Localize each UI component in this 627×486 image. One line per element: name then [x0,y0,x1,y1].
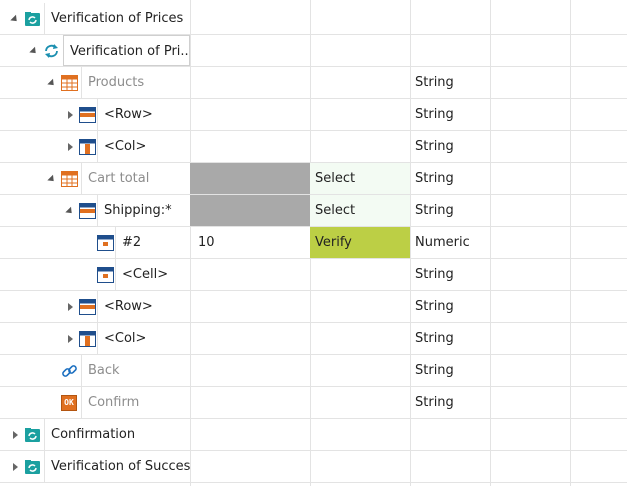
folder-refresh-icon [25,12,40,26]
collapse-arrow-icon[interactable] [47,175,58,186]
tree-row[interactable]: Cart total Select String [0,163,627,195]
table-column-icon [79,139,96,155]
type-cell: String [415,203,454,218]
type-cell: String [415,139,454,154]
type-cell: String [415,331,454,346]
collapse-arrow-icon[interactable] [47,79,58,90]
type-cell: Numeric [415,235,470,250]
refresh-icon [45,44,58,58]
table-row-icon [79,299,96,315]
type-cell: String [415,75,454,90]
tree-row[interactable]: Confirmation [0,419,627,451]
tree-row[interactable]: Back String [0,355,627,387]
tree-label: #2 [115,227,190,258]
value-cell-disabled [190,195,310,226]
tree-label: Cart total [81,163,190,194]
tree-label: Verification of Success [44,451,190,482]
tree-row[interactable]: <Col> String [0,131,627,163]
collapse-arrow-icon[interactable] [29,47,40,58]
tree-row[interactable]: Verification of Success [0,451,627,483]
table-cell-icon [97,267,114,283]
expand-arrow-icon[interactable] [67,303,75,311]
type-cell: String [415,395,454,410]
tree-row[interactable]: <Cell> String [0,259,627,291]
table-icon [61,171,78,187]
value-cell-disabled [190,163,310,194]
type-cell: String [415,267,454,282]
tree-label: Products [81,67,190,98]
tree-row[interactable]: Verification of Prices [0,3,627,35]
folder-refresh-icon [25,460,40,474]
tree-row[interactable]: <Col> String [0,323,627,355]
tree-label: <Col> [97,323,190,354]
type-cell: String [415,107,454,122]
tree-label: Confirmation [44,419,190,450]
type-cell: String [415,299,454,314]
tree-label: <Cell> [115,259,190,290]
table-column-icon [79,331,96,347]
folder-refresh-icon [25,428,40,442]
type-cell: String [415,171,454,186]
tree-row[interactable]: Verification of Pri... [0,35,627,67]
tree-label: Back [81,355,190,386]
tree-label-selected[interactable]: Verification of Pri... [63,35,190,66]
table-cell-icon [97,235,114,251]
table-icon [61,75,78,91]
tree-label: Shipping:* [97,195,190,226]
tree-row[interactable]: <Row> String [0,291,627,323]
expand-arrow-icon[interactable] [67,335,75,343]
expand-arrow-icon[interactable] [12,463,20,471]
table-row-icon [79,203,96,219]
tree-row[interactable]: OK Confirm String [0,387,627,419]
collapse-arrow-icon[interactable] [10,15,21,26]
tree-label: <Col> [97,131,190,162]
tree-label: Confirm [81,387,190,418]
type-cell: String [415,363,454,378]
tree-row[interactable]: Products String [0,67,627,99]
tree-label: Verification of Prices [44,3,190,34]
tree-row[interactable]: <Row> String [0,99,627,131]
expand-arrow-icon[interactable] [12,431,20,439]
action-cell[interactable]: Select [310,163,410,194]
link-icon [62,365,77,377]
action-cell[interactable]: Select [310,195,410,226]
test-steps-grid: Verification of Prices Verification of P… [0,0,627,486]
table-row-icon [79,107,96,123]
value-cell[interactable]: 10 [190,227,310,258]
action-cell[interactable]: Verify [310,227,410,258]
tree-row[interactable]: Shipping:* Select String [0,195,627,227]
expand-arrow-icon[interactable] [67,143,75,151]
tree-label: <Row> [97,291,190,322]
tree-label: <Row> [97,99,190,130]
tree-row[interactable]: #2 10 Verify Numeric [0,227,627,259]
ok-button-icon: OK [61,395,77,411]
expand-arrow-icon[interactable] [67,111,75,119]
collapse-arrow-icon[interactable] [65,207,76,218]
